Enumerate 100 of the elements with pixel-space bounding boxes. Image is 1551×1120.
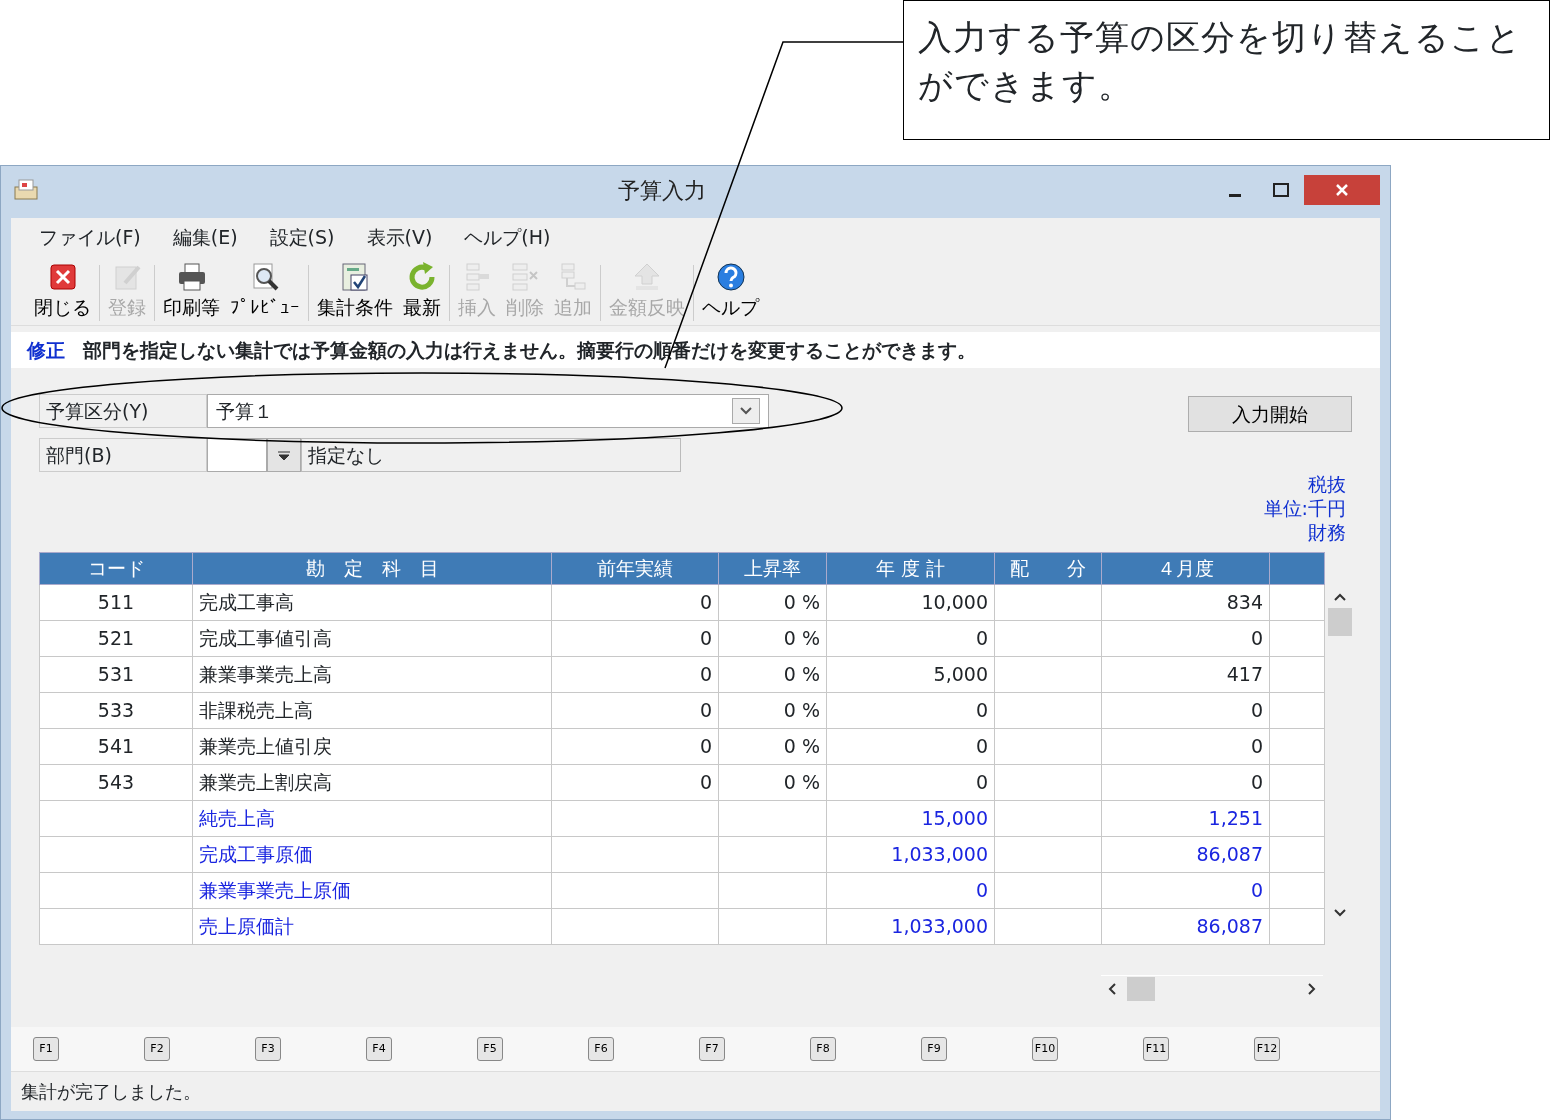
column-header: コード: [39, 552, 193, 585]
table-cell: 完成工事高: [192, 584, 552, 621]
info-label: 税抜: [1307, 472, 1346, 496]
close-button[interactable]: [1304, 175, 1380, 205]
table-cell: 541: [39, 728, 193, 765]
start-input-button[interactable]: 入力開始: [1188, 396, 1352, 432]
table-cell: 0: [551, 728, 719, 765]
field-label: 予算区分(Y): [39, 394, 207, 428]
table-cell: 1,033,000: [826, 836, 995, 873]
checklist-icon: [339, 260, 371, 293]
table-cell: 5,000: [826, 656, 995, 693]
dropdown-button[interactable]: [267, 438, 301, 472]
table-cell: 0 %: [718, 620, 827, 657]
function-key[interactable]: F3: [255, 1037, 281, 1061]
table-cell: 0: [1101, 620, 1270, 657]
function-key[interactable]: F1: [33, 1037, 59, 1061]
scrollbar-thumb[interactable]: [1328, 608, 1352, 636]
function-key[interactable]: F7: [699, 1037, 725, 1061]
column-header: ４月度: [1101, 552, 1270, 585]
maximize-icon: [1273, 183, 1289, 197]
table-cell: 非課税売上高: [192, 692, 552, 729]
rows-delete-icon: [509, 260, 541, 293]
table-cell: 834: [1101, 584, 1270, 621]
menu-item[interactable]: 編集(E): [172, 222, 238, 252]
callout-text: 入力する予算の区分を切り替えることができます。: [903, 0, 1550, 140]
table-cell: 0: [551, 692, 719, 729]
function-key[interactable]: F8: [810, 1037, 836, 1061]
table-cell: 521: [39, 620, 193, 657]
table-cell: 0 %: [718, 764, 827, 801]
table-cell: 86,087: [1101, 908, 1270, 945]
mode-label: 修正: [25, 337, 66, 363]
table-cell: 0: [1101, 764, 1270, 801]
table-cell: 0: [551, 656, 719, 693]
department-input[interactable]: [207, 438, 267, 472]
department-name: 指定なし: [301, 438, 681, 472]
function-key[interactable]: F5: [477, 1037, 503, 1061]
toolbar-button[interactable]: 集計条件: [312, 260, 398, 321]
table-cell: 兼業事業売上原価: [192, 872, 552, 909]
function-key[interactable]: F12: [1254, 1037, 1280, 1061]
table-cell: 0: [551, 620, 719, 657]
table-cell: 兼業事業売上高: [192, 656, 552, 693]
table-cell: 417: [1101, 656, 1270, 693]
scroll-down-icon: [1333, 908, 1347, 918]
menu-item[interactable]: ファイル(F): [39, 222, 141, 252]
table-cell: 0 %: [718, 728, 827, 765]
table-cell: 0: [1101, 872, 1270, 909]
menu-item[interactable]: 表示(V): [366, 222, 433, 252]
table-cell: 0: [826, 728, 995, 765]
scroll-up-icon: [1333, 592, 1347, 602]
table-cell: 0: [551, 764, 719, 801]
toolbar-button[interactable]: ヘルプ: [697, 260, 764, 321]
table-cell: 543: [39, 764, 193, 801]
menu-item[interactable]: 設定(S): [269, 222, 335, 252]
column-header: 上昇率: [718, 552, 827, 585]
table-cell: 0: [1101, 692, 1270, 729]
table-cell: 兼業売上値引戻: [192, 728, 552, 765]
function-key[interactable]: F4: [366, 1037, 392, 1061]
scroll-left-icon: [1107, 981, 1117, 996]
table-cell: 0 %: [718, 692, 827, 729]
menu-item[interactable]: ヘルプ(H): [464, 222, 551, 252]
function-key[interactable]: F10: [1032, 1037, 1058, 1061]
info-label: 単位:千円: [1263, 496, 1346, 520]
column-header: 前年実績: [551, 552, 719, 585]
function-key[interactable]: F9: [921, 1037, 947, 1061]
budget-type-select[interactable]: 予算１: [207, 394, 769, 428]
table-cell: 531: [39, 656, 193, 693]
table-cell: 0 %: [718, 584, 827, 621]
help-icon: [714, 260, 747, 293]
message-text: 部門を指定しない集計では予算金額の入力は行えません。摘要行の順番だけを変更することができます。: [83, 337, 976, 363]
table-cell: 完成工事原価: [192, 836, 552, 873]
table-cell: 1,033,000: [826, 908, 995, 945]
column-header: 勘 定 科 目: [192, 552, 552, 585]
table-cell: 兼業売上割戻高: [192, 764, 552, 801]
info-label: 財務: [1307, 520, 1346, 544]
toolbar-button[interactable]: ﾌﾟﾚﾋﾞｭｰ: [225, 260, 305, 321]
function-key[interactable]: F6: [588, 1037, 614, 1061]
table-cell: 0 %: [718, 656, 827, 693]
column-header: 年 度 計: [826, 552, 995, 585]
table-cell: 0: [826, 764, 995, 801]
table-cell: 完成工事値引高: [192, 620, 552, 657]
table-cell: 0: [826, 620, 995, 657]
table-cell: 0: [1101, 728, 1270, 765]
field-label: 部門(B): [39, 438, 207, 472]
window-title: 予算入力: [616, 176, 707, 205]
app-icon: [11, 177, 41, 203]
table-cell: 純売上高: [192, 800, 552, 837]
close-icon: [1335, 183, 1349, 197]
minimize-icon: [1229, 193, 1241, 197]
toolbar-button[interactable]: 最新: [398, 260, 446, 321]
function-key[interactable]: F11: [1143, 1037, 1169, 1061]
scroll-right-icon: [1307, 981, 1317, 996]
toolbar-button[interactable]: 印刷等: [158, 260, 225, 321]
table-cell: 533: [39, 692, 193, 729]
scrollbar-thumb[interactable]: [1127, 976, 1155, 1001]
function-key[interactable]: F2: [144, 1037, 170, 1061]
table-cell: 1,251: [1101, 800, 1270, 837]
table-cell: 15,000: [826, 800, 995, 837]
table-cell: 511: [39, 584, 193, 621]
toolbar-button[interactable]: 閉じる: [29, 260, 96, 321]
table-cell: 10,000: [826, 584, 995, 621]
